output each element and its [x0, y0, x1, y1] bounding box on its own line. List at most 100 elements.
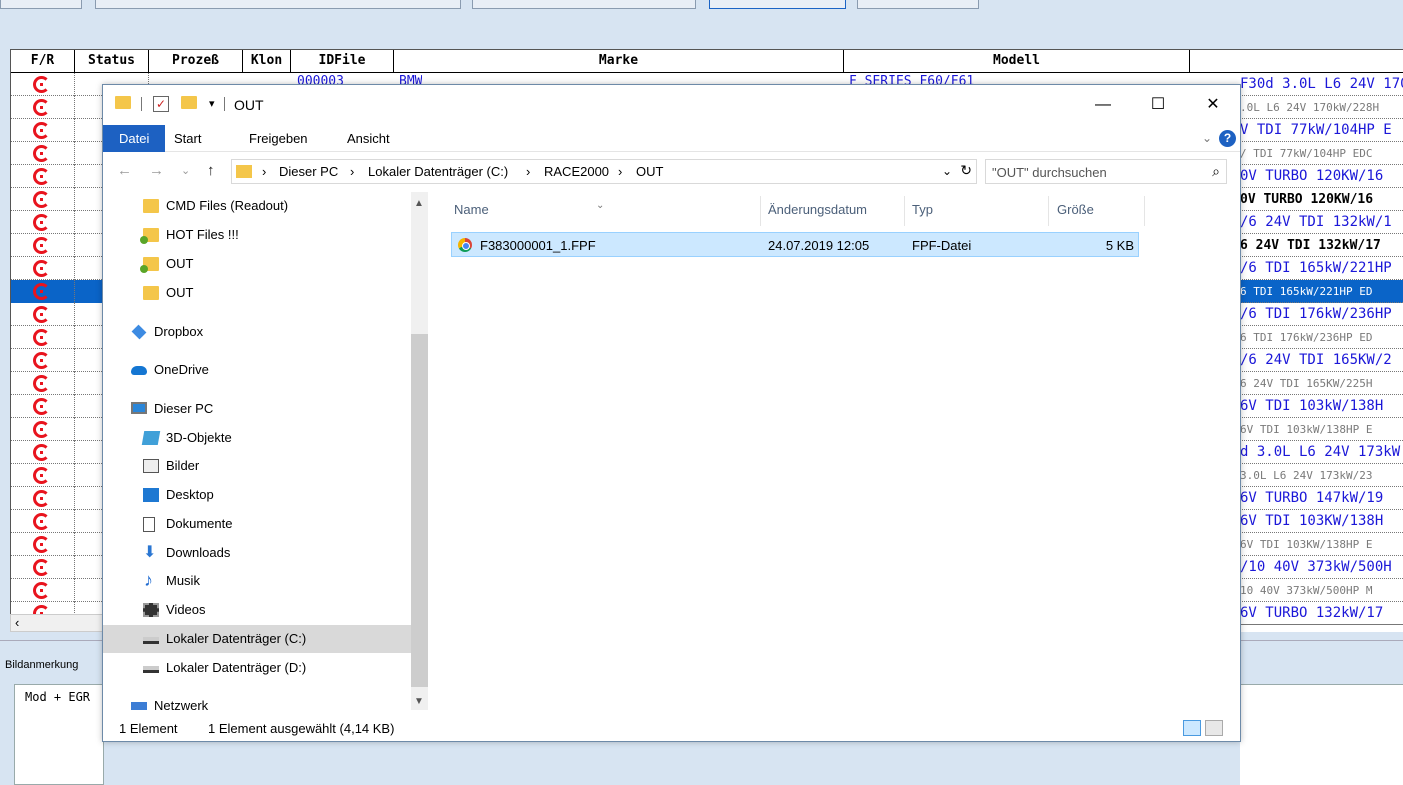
recent-locations-icon[interactable]: ⌄: [181, 164, 190, 177]
column-header-size[interactable]: Größe: [1057, 202, 1094, 217]
modell-cell[interactable]: 6 TDI 176kW/236HP ED: [1240, 326, 1403, 349]
modell-cell[interactable]: 10 40V 373kW/500HP M: [1240, 579, 1403, 602]
nav-item[interactable]: Netzwerk: [103, 692, 411, 710]
header-idfile[interactable]: IDFile: [291, 50, 394, 73]
modell-cell[interactable]: /6 24V TDI 165KW/2: [1240, 349, 1403, 372]
modell-cell[interactable]: V TDI 77kW/104HP E: [1240, 119, 1403, 142]
details-view-icon[interactable]: [1183, 720, 1201, 736]
search-input[interactable]: [992, 163, 1192, 181]
toolbar-button[interactable]: [857, 0, 979, 9]
modell-cell[interactable]: 6V TURBO 132kW/17: [1240, 602, 1403, 625]
large-icons-view-icon[interactable]: [1205, 720, 1223, 736]
modell-cell[interactable]: 6 24V TDI 165KW/225H: [1240, 372, 1403, 395]
modell-cell[interactable]: / TDI 77kW/104HP EDC: [1240, 142, 1403, 165]
toolbar-button[interactable]: [709, 0, 846, 9]
scroll-thumb[interactable]: [411, 334, 428, 687]
tab-freigeben[interactable]: Freigeben: [233, 125, 324, 152]
header-modell[interactable]: Modell: [844, 50, 1190, 73]
nav-item[interactable]: Musik: [103, 567, 411, 595]
minimize-button[interactable]: —: [1088, 93, 1118, 117]
breadcrumb-drive-c[interactable]: Lokaler Datenträger (C:): [368, 164, 508, 179]
header-fr[interactable]: F/R: [11, 50, 75, 73]
nav-item[interactable]: Desktop: [103, 481, 411, 509]
modell-cell[interactable]: 6V TDI 103kW/138H: [1240, 395, 1403, 418]
nav-item[interactable]: Videos: [103, 596, 411, 624]
column-header-date[interactable]: Änderungsdatum: [768, 202, 867, 217]
modell-cell[interactable]: /6 24V TDI 132kW/1: [1240, 211, 1403, 234]
forward-arrow-icon[interactable]: →: [149, 162, 164, 179]
nav-item-label: Downloads: [166, 545, 231, 560]
modell-cell[interactable]: 0V TURBO 120KW/16: [1240, 188, 1403, 211]
modell-cell[interactable]: 6V TURBO 147kW/19: [1240, 487, 1403, 510]
search-icon[interactable]: ⌕: [1212, 163, 1220, 180]
toolbar-button[interactable]: [0, 0, 82, 9]
nav-scrollbar[interactable]: ▲ ▼: [411, 192, 428, 710]
toolbar-button[interactable]: [472, 0, 696, 9]
nav-item[interactable]: Dokumente: [103, 510, 411, 538]
properties-check-icon[interactable]: ✓: [153, 96, 169, 112]
modell-cell[interactable]: .0L L6 24V 170kW/228H: [1240, 96, 1403, 119]
title-bar[interactable]: ✓ ▾ OUT — ☐ ✕: [103, 85, 1240, 125]
horizontal-scrollbar[interactable]: ‹: [10, 614, 103, 632]
header-prozess[interactable]: Prozeß: [149, 50, 243, 73]
modell-cell[interactable]: 6V TDI 103kW/138HP E: [1240, 418, 1403, 441]
breadcrumb-race2000[interactable]: RACE2000: [544, 164, 609, 179]
toolbar-button[interactable]: [95, 0, 461, 9]
file-row[interactable]: F383000001_1.FPF 24.07.2019 12:05 FPF-Da…: [451, 232, 1139, 257]
header-marke[interactable]: Marke: [394, 50, 844, 73]
modell-cell[interactable]: /6 TDI 176kW/236HP: [1240, 303, 1403, 326]
modell-cell[interactable]: 6V TDI 103KW/138H: [1240, 510, 1403, 533]
maximize-button[interactable]: ☐: [1143, 93, 1173, 117]
scroll-up-icon[interactable]: ▲: [414, 198, 424, 209]
modell-cell[interactable]: 6 TDI 165kW/221HP ED: [1240, 280, 1403, 303]
scroll-left-arrow[interactable]: ‹: [15, 615, 19, 630]
nav-item[interactable]: OneDrive: [103, 356, 411, 384]
tab-ansicht[interactable]: Ansicht: [331, 125, 406, 152]
up-arrow-icon[interactable]: ↑: [207, 162, 215, 179]
modell-cell[interactable]: /6 TDI 165kW/221HP: [1240, 257, 1403, 280]
breadcrumb-dieser-pc[interactable]: Dieser PC: [279, 164, 338, 179]
address-bar[interactable]: › Dieser PC › Lokaler Datenträger (C:) ›…: [231, 159, 977, 184]
nav-item[interactable]: HOT Files !!!: [103, 221, 411, 249]
modell-cell[interactable]: 3.0L L6 24V 173kW/23: [1240, 464, 1403, 487]
breadcrumb-separator: ›: [350, 164, 355, 179]
nav-item[interactable]: CMD Files (Readout): [103, 192, 411, 220]
nav-item[interactable]: Dropbox: [103, 318, 411, 346]
help-icon[interactable]: ?: [1219, 130, 1236, 147]
search-box[interactable]: ⌕: [985, 159, 1227, 184]
scroll-down-icon[interactable]: ▼: [414, 696, 424, 707]
header-klon[interactable]: Klon: [243, 50, 291, 73]
back-arrow-icon[interactable]: ←: [117, 162, 132, 179]
nav-item[interactable]: Lokaler Datenträger (C:): [103, 625, 411, 653]
bildanmerkung-area[interactable]: [1240, 684, 1403, 785]
file-size: 5 KB: [1105, 238, 1134, 253]
close-button[interactable]: ✕: [1198, 93, 1228, 117]
column-header-name[interactable]: Name ⌄: [454, 200, 604, 217]
modell-cell[interactable]: /10 40V 373kW/500H: [1240, 556, 1403, 579]
refresh-icon[interactable]: ↻: [960, 162, 972, 179]
modell-cell[interactable]: d 3.0L L6 24V 173kW: [1240, 441, 1403, 464]
nav-item[interactable]: Bilder: [103, 452, 411, 480]
nav-item[interactable]: OUT: [103, 279, 411, 307]
new-folder-icon[interactable]: [181, 96, 197, 109]
modell-cell[interactable]: 6V TDI 103KW/138HP E: [1240, 533, 1403, 556]
modell-cell[interactable]: F30d 3.0L L6 24V 170kW/2: [1240, 73, 1403, 96]
tab-datei[interactable]: Datei: [103, 125, 166, 152]
file-explorer-window[interactable]: ✓ ▾ OUT — ☐ ✕ Datei Start Freigeben Ansi…: [102, 84, 1241, 742]
modell-cell[interactable]: 0V TURBO 120KW/16: [1240, 165, 1403, 188]
nav-item[interactable]: Downloads: [103, 539, 411, 567]
nav-item[interactable]: Lokaler Datenträger (D:): [103, 654, 411, 682]
address-dropdown-icon[interactable]: ⌄: [942, 164, 952, 178]
modell-cell[interactable]: 6 24V TDI 132kW/17: [1240, 234, 1403, 257]
ribbon-expand-icon[interactable]: ⌄: [1202, 131, 1212, 145]
nav-item[interactable]: Dieser PC: [103, 395, 411, 423]
header-status[interactable]: Status: [75, 50, 149, 73]
column-header-type[interactable]: Typ: [912, 202, 933, 217]
breadcrumb-out[interactable]: OUT: [636, 164, 663, 179]
nav-item[interactable]: 3D-Objekte: [103, 424, 411, 452]
nav-item[interactable]: OUT: [103, 250, 411, 278]
quick-access-dropdown-icon[interactable]: ▾: [209, 97, 215, 110]
bildanmerkung-panel[interactable]: Mod + EGR: [14, 684, 104, 785]
file-list-pane: Name ⌄ Änderungsdatum Typ Größe F3830000…: [429, 192, 1240, 710]
tab-start[interactable]: Start: [158, 125, 217, 152]
